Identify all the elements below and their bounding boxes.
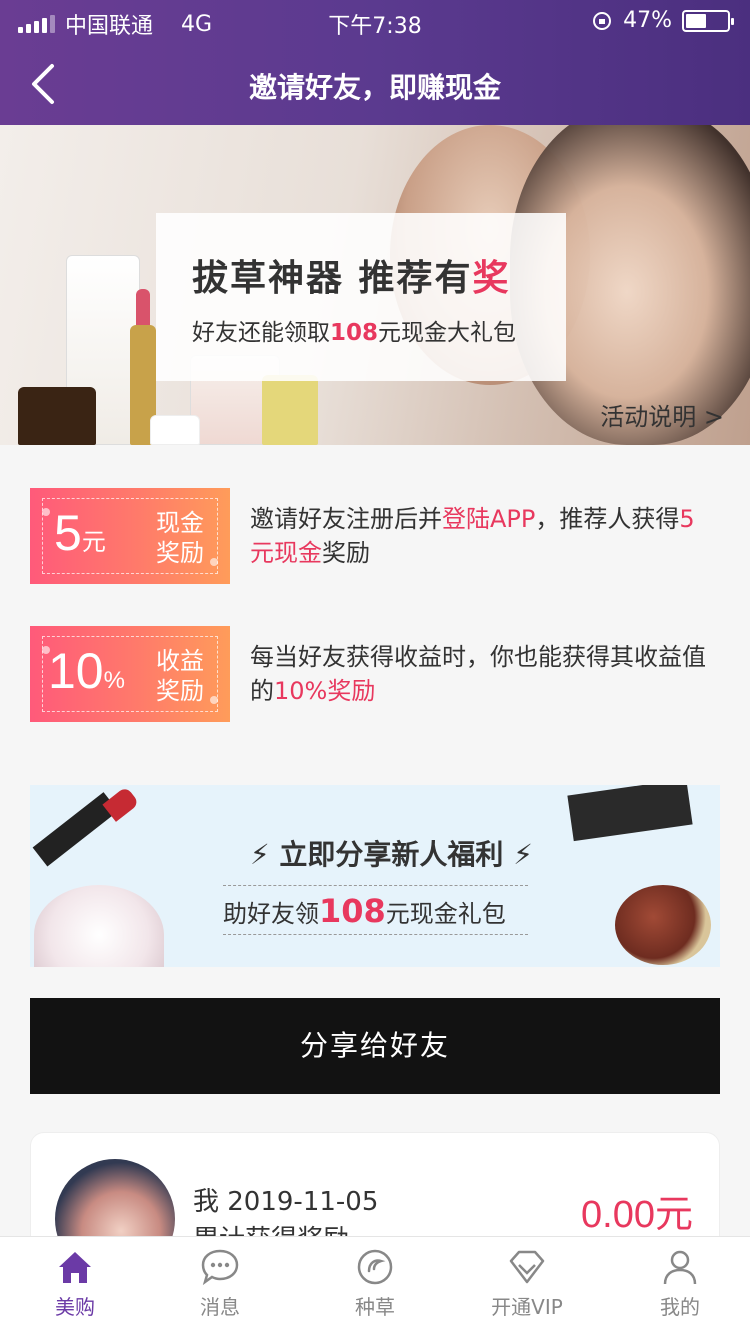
- reward-item-cash: 5元 现金奖励 邀请好友注册后并登陆APP，推荐人获得5元现金奖励: [0, 488, 750, 588]
- tab-profile[interactable]: 我的: [605, 1247, 750, 1333]
- perfume-image: [34, 885, 164, 967]
- coupon-badge: 10% 收益奖励: [30, 626, 230, 722]
- tab-discover[interactable]: 种草: [300, 1247, 450, 1333]
- status-bar: 中国联通 4G 下午7:38 47%: [0, 0, 750, 40]
- tab-label: 开通VIP: [491, 1295, 563, 1319]
- share-promo-banner: ⚡ 立即分享新人福利 ⚡ 助好友领108元现金礼包: [30, 785, 720, 967]
- nav-bar: 邀请好友，即赚现金: [0, 40, 750, 125]
- banner-subtitle: 好友还能领取108元现金大礼包: [192, 320, 517, 346]
- coupon-badge: 5元 现金奖励: [30, 488, 230, 584]
- tab-label: 美购: [55, 1295, 95, 1319]
- banner-headline: 拔草神器 推荐有奖: [192, 258, 511, 299]
- chat-icon: [201, 1249, 239, 1286]
- eyeshadow-palette-image: [567, 785, 693, 842]
- tab-label: 种草: [355, 1295, 395, 1319]
- battery-percent: 47%: [623, 8, 672, 33]
- bottom-tab-bar: 美购 消息 种草 开通VIP 我的: [0, 1236, 750, 1334]
- battery-icon: [682, 9, 734, 32]
- discover-icon: [357, 1249, 393, 1285]
- promo-banner: 拔草神器 推荐有奖 好友还能领取108元现金大礼包 活动说明 >: [0, 125, 750, 445]
- record-date: 我 2019-11-05: [193, 1187, 379, 1217]
- coupon-label: 收益奖励: [156, 647, 204, 705]
- reward-item-income: 10% 收益奖励 每当好友获得收益时，你也能获得其收益值的10%奖励: [0, 626, 750, 726]
- share-banner-subtitle: 助好友领108元现金礼包: [223, 885, 528, 935]
- coupon-value: 5元: [54, 505, 106, 561]
- reward-description: 每当好友获得收益时，你也能获得其收益值的10%奖励: [250, 643, 706, 705]
- user-icon: [663, 1250, 697, 1285]
- tab-label: 我的: [660, 1295, 700, 1319]
- share-to-friends-button[interactable]: 分享给好友: [30, 998, 720, 1094]
- tab-messages[interactable]: 消息: [145, 1247, 295, 1333]
- home-icon: [59, 1252, 91, 1283]
- top-bar: 中国联通 4G 下午7:38 47% 邀请好友，即赚现金: [0, 0, 750, 125]
- tab-vip[interactable]: 开通VIP: [452, 1247, 602, 1333]
- rotation-lock-icon: [593, 11, 612, 30]
- powder-compact-image: [615, 885, 711, 965]
- activity-rules-link[interactable]: 活动说明 >: [600, 397, 724, 432]
- banner-text-card: 拔草神器 推荐有奖 好友还能领取108元现金大礼包: [156, 213, 566, 381]
- share-banner-title: ⚡ 立即分享新人福利 ⚡: [250, 838, 533, 871]
- tab-meigou[interactable]: 美购: [0, 1247, 150, 1333]
- coupon-label: 现金奖励: [156, 509, 204, 567]
- diamond-icon: [509, 1250, 545, 1284]
- page-title: 邀请好友，即赚现金: [248, 71, 501, 104]
- coupon-value: 10%: [48, 643, 125, 699]
- record-amount: 0.00元: [581, 1194, 693, 1236]
- reward-description: 邀请好友注册后并登陆APP，推荐人获得5元现金奖励: [250, 505, 695, 567]
- tab-label: 消息: [200, 1295, 240, 1319]
